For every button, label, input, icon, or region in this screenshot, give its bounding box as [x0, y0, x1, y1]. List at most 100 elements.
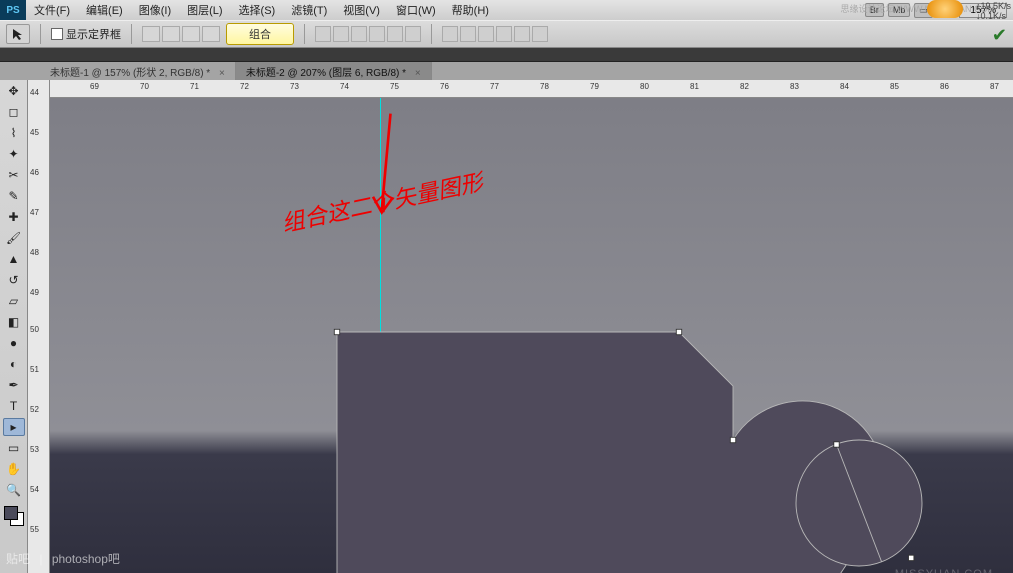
- toolbox: ✥ ◻ ⌇ ✦ ✂ ✎ ✚ 🖌 ▲ ↺ ▱ ◧ ● ◐ ✒ T ▸ ▭ ✋ 🔍: [0, 80, 28, 573]
- pathop-add-icon[interactable]: [142, 26, 160, 42]
- pen-tool-icon[interactable]: ✒: [3, 376, 25, 394]
- ruler-tick: 71: [190, 82, 199, 91]
- align-top-icon[interactable]: [369, 26, 385, 42]
- ruler-tick: 55: [30, 525, 39, 534]
- hand-tool-icon[interactable]: ✋: [3, 460, 25, 478]
- shape-tool-icon[interactable]: ▭: [3, 439, 25, 457]
- ruler-tick: 50: [30, 325, 39, 334]
- ruler-tick: 85: [890, 82, 899, 91]
- wand-tool-icon[interactable]: ✦: [3, 145, 25, 163]
- eyedropper-tool-icon[interactable]: ✎: [3, 187, 25, 205]
- menu-view[interactable]: 视图(V): [335, 2, 388, 18]
- ruler-tick: 82: [740, 82, 749, 91]
- ruler-tick: 72: [240, 82, 249, 91]
- move-tool-icon[interactable]: ✥: [3, 82, 25, 100]
- align-left-icon[interactable]: [315, 26, 331, 42]
- app-logo-icon: PS: [0, 0, 26, 20]
- ruler-tick: 52: [30, 405, 39, 414]
- separator: [40, 24, 41, 44]
- history-brush-icon[interactable]: ↺: [3, 271, 25, 289]
- ruler-tick: 78: [540, 82, 549, 91]
- dist-vcenter-icon[interactable]: [460, 26, 476, 42]
- combine-button[interactable]: 组合: [226, 23, 294, 45]
- ruler-tick: 54: [30, 485, 39, 494]
- distribute-group: [442, 26, 548, 42]
- work-area: ✥ ◻ ⌇ ✦ ✂ ✎ ✚ 🖌 ▲ ↺ ▱ ◧ ● ◐ ✒ T ▸ ▭ ✋ 🔍 …: [0, 80, 1013, 573]
- align-right-icon[interactable]: [351, 26, 367, 42]
- menu-select[interactable]: 选择(S): [231, 2, 284, 18]
- canvas[interactable]: 组合这二个矢量图形 MISSYUAN.COM: [50, 98, 1013, 573]
- document-tabs: 未标题-1 @ 157% (形状 2, RGB/8) * × 未标题-2 @ 2…: [0, 62, 1013, 80]
- separator: [304, 24, 305, 44]
- ruler-tick: 47: [30, 208, 39, 217]
- dist-left-icon[interactable]: [496, 26, 512, 42]
- menu-image[interactable]: 图像(I): [131, 2, 179, 18]
- menu-window[interactable]: 窗口(W): [388, 2, 444, 18]
- live-badge-icon: [927, 0, 963, 18]
- close-icon[interactable]: ×: [415, 68, 421, 79]
- menu-file[interactable]: 文件(F): [26, 2, 78, 18]
- heal-tool-icon[interactable]: ✚: [3, 208, 25, 226]
- foreground-color[interactable]: [4, 506, 18, 520]
- marquee-tool-icon[interactable]: ◻: [3, 103, 25, 121]
- ruler-tick: 70: [140, 82, 149, 91]
- stamp-tool-icon[interactable]: ▲: [3, 250, 25, 268]
- dist-bottom-icon[interactable]: [478, 26, 494, 42]
- source-watermark: 贴吧 | photoshop吧: [6, 550, 120, 567]
- dist-hcenter-icon[interactable]: [514, 26, 530, 42]
- menu-bar: PS 文件(F) 编辑(E) 图像(I) 图层(L) 选择(S) 滤镜(T) 视…: [0, 0, 1013, 20]
- separator: [131, 24, 132, 44]
- ruler-tick: 46: [30, 168, 39, 177]
- menu-edit[interactable]: 编辑(E): [78, 2, 131, 18]
- document-tab-1[interactable]: 未标题-1 @ 157% (形状 2, RGB/8) * ×: [40, 62, 236, 81]
- ruler-tick: 45: [30, 128, 39, 137]
- commit-check-icon[interactable]: ✔: [992, 25, 1007, 46]
- ruler-tick: 80: [640, 82, 649, 91]
- align-vcenter-icon[interactable]: [387, 26, 403, 42]
- wm-left: 贴吧: [6, 552, 30, 566]
- crop-tool-icon[interactable]: ✂: [3, 166, 25, 184]
- close-icon[interactable]: ×: [219, 68, 225, 79]
- show-bounds-checkbox[interactable]: [51, 28, 63, 40]
- gradient-tool-icon[interactable]: ◧: [3, 313, 25, 331]
- ruler-tick: 84: [840, 82, 849, 91]
- path-select-tool-icon[interactable]: ▸: [3, 418, 25, 436]
- vector-shape[interactable]: [305, 323, 945, 573]
- lasso-tool-icon[interactable]: ⌇: [3, 124, 25, 142]
- dist-top-icon[interactable]: [442, 26, 458, 42]
- ruler-tick: 48: [30, 248, 39, 257]
- menu-filter[interactable]: 滤镜(T): [283, 2, 335, 18]
- align-bottom-icon[interactable]: [405, 26, 421, 42]
- ruler-tick: 76: [440, 82, 449, 91]
- zoom-tool-icon[interactable]: 🔍: [3, 481, 25, 499]
- document-tab-2[interactable]: 未标题-2 @ 207% (图层 6, RGB/8) * ×: [236, 62, 432, 81]
- color-swatch[interactable]: [4, 506, 24, 526]
- pathop-subtract-icon[interactable]: [162, 26, 180, 42]
- ruler-tick: 87: [990, 82, 999, 91]
- type-tool-icon[interactable]: T: [3, 397, 25, 415]
- dist-right-icon[interactable]: [532, 26, 548, 42]
- ruler-tick: 79: [590, 82, 599, 91]
- menu-layer[interactable]: 图层(L): [179, 2, 230, 18]
- show-bounds-option[interactable]: 显示定界框: [51, 26, 121, 42]
- align-group: [315, 26, 421, 42]
- brush-tool-icon[interactable]: 🖌: [3, 229, 25, 247]
- ruler-tick: 86: [940, 82, 949, 91]
- forum-watermark: 思缘设计论坛 WWW.MISSYUAN.COM: [840, 2, 995, 15]
- image-watermark: MISSYUAN.COM: [895, 568, 993, 573]
- vertical-ruler[interactable]: 444546474849505152535455: [28, 80, 50, 573]
- blur-tool-icon[interactable]: ●: [3, 334, 25, 352]
- eraser-tool-icon[interactable]: ▱: [3, 292, 25, 310]
- align-hcenter-icon[interactable]: [333, 26, 349, 42]
- tool-indicator-icon[interactable]: [6, 24, 30, 44]
- pathop-exclude-icon[interactable]: [202, 26, 220, 42]
- menu-help[interactable]: 帮助(H): [444, 2, 497, 18]
- dodge-tool-icon[interactable]: ◐: [3, 355, 25, 373]
- pathop-intersect-icon[interactable]: [182, 26, 200, 42]
- wm-right: photoshop吧: [52, 552, 120, 566]
- ruler-tick: 81: [690, 82, 699, 91]
- ruler-tick: 75: [390, 82, 399, 91]
- horizontal-ruler[interactable]: 69707172737475767778798081828384858687: [50, 80, 1013, 98]
- ruler-tick: 73: [290, 82, 299, 91]
- ruler-tick: 83: [790, 82, 799, 91]
